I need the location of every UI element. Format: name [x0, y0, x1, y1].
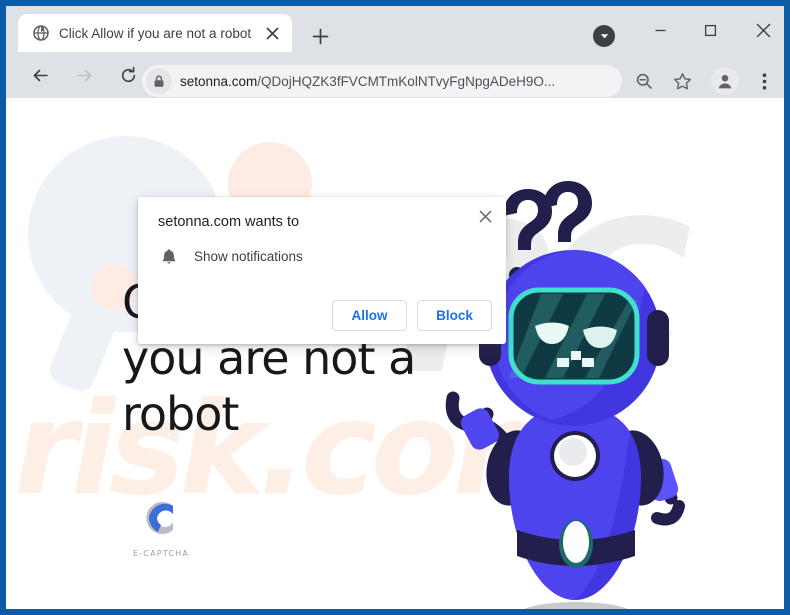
- three-dot-menu-icon[interactable]: [750, 65, 778, 97]
- minimize-button[interactable]: [638, 14, 682, 46]
- address-bar[interactable]: setonna.com/QDojHQZK3fFVCMTmKolNTvyFgNpg…: [142, 65, 622, 97]
- dialog-close-icon[interactable]: [472, 203, 498, 229]
- tab-close-icon[interactable]: [261, 22, 283, 44]
- maximize-button[interactable]: [688, 14, 732, 46]
- e-captcha-label: E-CAPTCHA: [132, 549, 190, 558]
- url-path: /QDojHQZK3fFVCMTmKolNTvyFgNpgADeH9O...: [257, 73, 556, 89]
- browser-window: Click Allow if you are not a robot seton…: [0, 0, 790, 615]
- close-window-button[interactable]: [741, 14, 785, 46]
- back-arrow-icon[interactable]: [24, 59, 56, 91]
- forward-arrow-icon: [68, 59, 100, 91]
- e-captcha-c-logo: [146, 502, 173, 534]
- robot-shadow: [524, 602, 628, 609]
- url-domain: setonna.com: [180, 73, 258, 89]
- dialog-title: setonna.com wants to: [158, 214, 300, 230]
- dialog-actions: Allow Block: [332, 300, 492, 331]
- browser-tab[interactable]: Click Allow if you are not a robot: [18, 14, 292, 52]
- robot-right-ear: [647, 310, 669, 366]
- new-tab-button[interactable]: [306, 22, 334, 50]
- url-text: setonna.com/QDojHQZK3fFVCMTmKolNTvyFgNpg…: [180, 74, 555, 89]
- block-button[interactable]: Block: [417, 300, 492, 331]
- dialog-permission-label: Show notifications: [194, 248, 303, 264]
- tab-search-icon[interactable]: [586, 14, 622, 47]
- dialog-permission-row: Show notifications: [158, 245, 303, 267]
- lock-icon[interactable]: [146, 68, 172, 94]
- reload-icon[interactable]: [112, 59, 144, 91]
- zoom-search-icon[interactable]: [628, 65, 660, 97]
- tab-search-circle: [593, 25, 615, 47]
- bell-icon: [158, 245, 180, 267]
- profile-avatar-icon[interactable]: [711, 67, 739, 95]
- globe-icon: [32, 25, 49, 42]
- e-captcha-logo: E-CAPTCHA: [126, 496, 196, 558]
- allow-button[interactable]: Allow: [332, 300, 407, 331]
- notification-permission-dialog: setonna.com wants to Show notifications …: [138, 197, 506, 344]
- tab-strip: Click Allow if you are not a robot: [6, 6, 784, 52]
- star-icon[interactable]: [666, 65, 698, 97]
- browser-chrome: Click Allow if you are not a robot seton…: [6, 6, 784, 98]
- page-viewport: PC risk.com Click Allow if you are not a…: [6, 98, 784, 609]
- tab-title: Click Allow if you are not a robot: [59, 25, 252, 41]
